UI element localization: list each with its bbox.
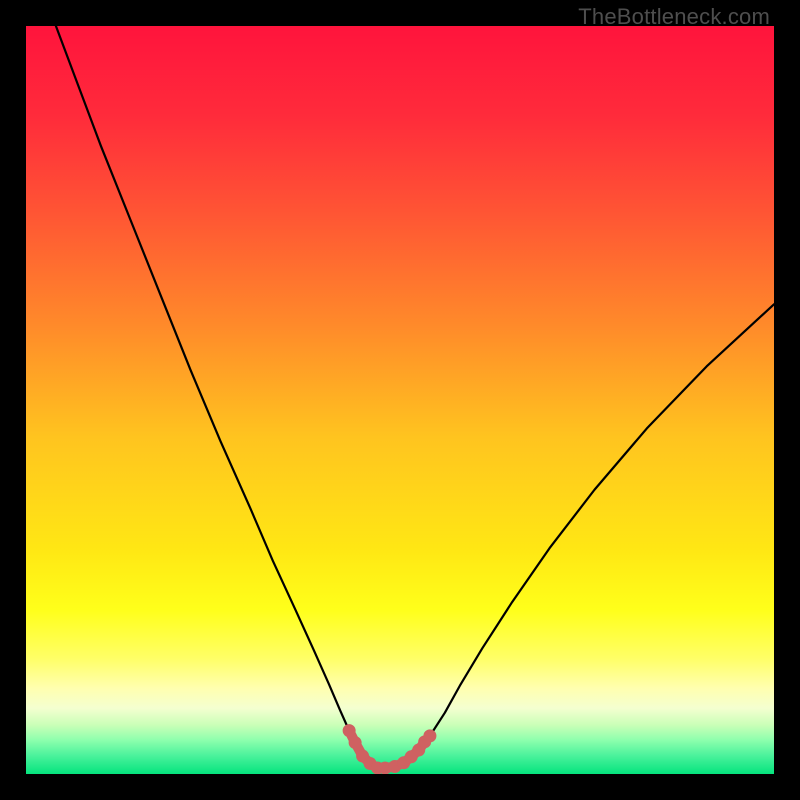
marker-dot xyxy=(423,729,436,742)
marker-dot xyxy=(349,736,362,749)
marker-dot xyxy=(343,724,356,737)
bottleneck-curve xyxy=(56,26,774,768)
chart-frame: TheBottleneck.com xyxy=(0,0,800,800)
watermark-text: TheBottleneck.com xyxy=(578,4,770,30)
plot-area xyxy=(26,26,774,774)
curve-layer xyxy=(26,26,774,774)
